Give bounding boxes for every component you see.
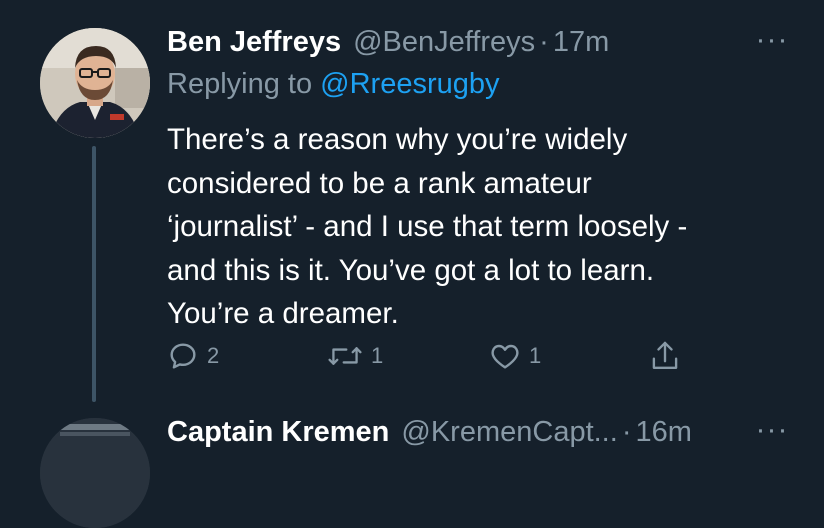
thread-line	[92, 146, 96, 402]
like-count: 1	[529, 343, 542, 368]
tweet-text-line: considered to be a rank amateur	[167, 166, 592, 200]
reply-count: 2	[207, 343, 220, 368]
tweet-text-line: and this is it. You’ve got a lot to lear…	[167, 253, 655, 287]
replying-to-line: Replying to @Rreesrugby	[167, 68, 500, 101]
separator-dot: ·	[621, 415, 632, 448]
reply-icon	[170, 343, 196, 369]
retweet-count: 1	[371, 343, 384, 368]
retweet-icon	[328, 347, 362, 365]
tweet-actions: 2 1 1	[167, 338, 727, 374]
tweet-text-line: You’re a dreamer.	[167, 297, 399, 330]
tweet-text-line: ‘journalist’ - and I use that term loose…	[167, 210, 688, 243]
like-button[interactable]: 1	[489, 338, 541, 374]
retweet-button[interactable]: 1	[327, 338, 383, 374]
author-name[interactable]: Ben Jeffreys	[167, 26, 341, 59]
heart-icon	[491, 344, 519, 369]
avatar-photo	[40, 418, 150, 528]
avatar-photo	[40, 28, 150, 138]
author-handle[interactable]: @KremenCapt...	[401, 416, 617, 449]
share-button[interactable]	[649, 338, 681, 374]
tweet-text-line: There’s a reason why you’re widely	[167, 123, 628, 156]
replying-prefix: Replying to	[167, 68, 313, 100]
tweet-timestamp[interactable]: 17m	[553, 26, 609, 59]
reply-button[interactable]: 2	[167, 338, 219, 374]
avatar[interactable]	[40, 418, 150, 528]
avatar[interactable]	[40, 28, 150, 138]
author-name[interactable]: Captain Kremen	[167, 416, 389, 449]
more-icon[interactable]: ···	[752, 415, 792, 445]
share-icon	[652, 341, 678, 369]
next-tweet-header: Captain Kremen @KremenCapt... · 16m	[167, 412, 692, 452]
tweet-header: Ben Jeffreys @BenJeffreys · 17m	[167, 22, 609, 62]
separator-dot: ·	[539, 25, 549, 58]
tweet-text: There’s a reason why you’re widely consi…	[167, 118, 787, 336]
more-icon[interactable]: ···	[752, 25, 792, 55]
replying-to-mention[interactable]: @Rreesrugby	[320, 68, 499, 100]
tweet-timestamp[interactable]: 16m	[635, 416, 691, 449]
author-handle[interactable]: @BenJeffreys	[353, 26, 535, 59]
